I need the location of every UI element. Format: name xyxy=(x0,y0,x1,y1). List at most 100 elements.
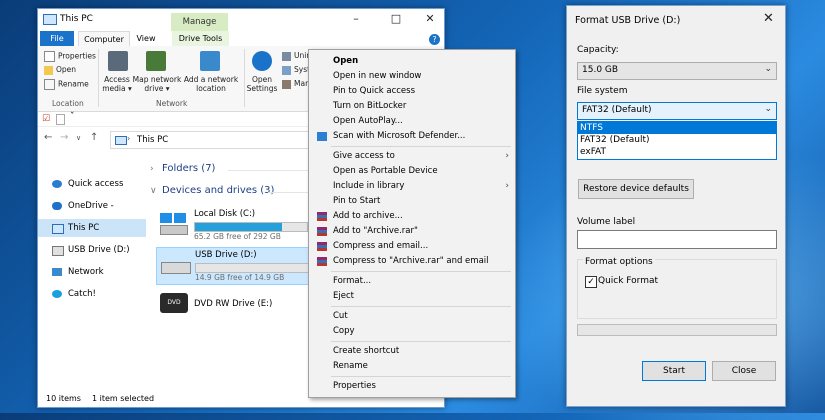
collapse-chevron-icon[interactable]: ∨ xyxy=(150,186,157,196)
access-media-button[interactable]: Access media ▾ xyxy=(102,75,132,93)
menu-item-scan-with-microsoft-defender[interactable]: Scan with Microsoft Defender... xyxy=(309,129,515,144)
file-system-select[interactable]: FAT32 (Default) ⌄ xyxy=(577,102,777,120)
format-progress-bar xyxy=(577,324,777,336)
drive-tile[interactable]: USB Drive (D:) 14.9 GB free of 14.9 GB xyxy=(156,247,312,285)
qat-dropdown-icon[interactable]: ˇ xyxy=(70,112,75,122)
up-arrow-icon[interactable]: ↑ xyxy=(90,132,98,143)
nav-item-usb-drive-d[interactable]: USB Drive (D:) xyxy=(38,241,146,259)
nav-item-this-pc[interactable]: This PC xyxy=(38,219,146,237)
help-icon[interactable]: ? xyxy=(429,34,440,45)
nav-item-network[interactable]: Network xyxy=(38,263,146,281)
nav-item-catch[interactable]: Catch! xyxy=(38,285,146,303)
menu-item-label: Pin to Start xyxy=(333,196,381,206)
address-bar[interactable]: › This PC xyxy=(110,131,312,149)
forward-arrow-icon[interactable]: → xyxy=(60,132,68,143)
menu-separator xyxy=(331,341,511,342)
folders-group-header[interactable]: Folders (7) xyxy=(162,163,215,174)
back-arrow-icon[interactable]: ← xyxy=(44,132,52,143)
page-icon[interactable] xyxy=(56,114,65,125)
dvd-drive-icon: DVD xyxy=(160,293,188,315)
this-pc-icon xyxy=(43,14,57,25)
expand-chevron-icon[interactable]: › xyxy=(150,164,154,174)
volume-label-input[interactable] xyxy=(577,230,777,249)
map-network-drive-button[interactable]: Map network drive ▾ xyxy=(132,75,182,93)
restore-defaults-button[interactable]: Restore device defaults xyxy=(578,179,694,199)
menu-item-rename[interactable]: Rename xyxy=(309,359,515,374)
star-icon xyxy=(52,180,62,188)
open-settings-button[interactable]: Open Settings xyxy=(246,75,278,93)
quick-format-checkbox[interactable]: ✓ xyxy=(585,276,597,288)
capacity-value: 15.0 GB xyxy=(582,65,619,75)
navigation-pane: Quick access OneDrive - PersonalThis PC US… xyxy=(38,159,146,389)
menu-item-open-autoplay[interactable]: Open AutoPlay... xyxy=(309,114,515,129)
menu-item-open[interactable]: Open xyxy=(309,54,515,69)
tab-view[interactable]: View xyxy=(132,31,160,46)
network-icon xyxy=(52,268,62,276)
open-button[interactable]: Open xyxy=(44,65,76,75)
start-button[interactable]: Start xyxy=(642,361,706,381)
drive-tile[interactable]: DVD DVD RW Drive (E:) xyxy=(156,287,310,323)
drive-usage-bar xyxy=(194,222,308,232)
menu-item-give-access-to[interactable]: Give access to › xyxy=(309,149,515,164)
uninstall-button[interactable]: Unin xyxy=(282,51,311,61)
menu-item-copy[interactable]: Copy xyxy=(309,324,515,339)
menu-item-turn-on-bitlocker[interactable]: Turn on BitLocker xyxy=(309,99,515,114)
nav-label: Catch! xyxy=(68,289,96,299)
menu-item-compress-and-email[interactable]: Compress and email... xyxy=(309,239,515,254)
manage-contextual-tab[interactable]: Manage xyxy=(171,13,228,31)
system-properties-button[interactable]: Syst xyxy=(282,65,310,75)
nav-item-onedrive-personal[interactable]: OneDrive - Personal xyxy=(38,197,146,229)
nav-item-quick-access[interactable]: Quick access xyxy=(38,175,146,193)
tab-drive-tools[interactable]: Drive Tools xyxy=(172,31,229,46)
group-label-network: Network xyxy=(156,99,188,108)
tab-file[interactable]: File xyxy=(40,31,74,46)
maximize-button[interactable]: □ xyxy=(384,11,408,27)
menu-item-include-in-library[interactable]: Include in library › xyxy=(309,179,515,194)
menu-item-create-shortcut[interactable]: Create shortcut xyxy=(309,344,515,359)
content-pane: › Folders (7) ∨ Devices and drives (3) L… xyxy=(148,159,312,389)
menu-item-open-in-new-window[interactable]: Open in new window xyxy=(309,69,515,84)
menu-item-pin-to-start[interactable]: Pin to Start xyxy=(309,194,515,209)
option-fat32[interactable]: FAT32 (Default) xyxy=(578,134,776,146)
nav-label: USB Drive (D:) xyxy=(68,245,130,255)
open-label: Open xyxy=(56,65,77,74)
menu-separator xyxy=(331,271,511,272)
menu-item-add-to-archive-rar[interactable]: Add to "Archive.rar" xyxy=(309,224,515,239)
drive-tile[interactable]: Local Disk (C:) 65.2 GB free of 292 GB xyxy=(156,207,310,243)
manage-button[interactable]: Mar xyxy=(282,79,308,89)
close-icon[interactable]: ✕ xyxy=(763,11,774,26)
menu-item-open-as-portable-device[interactable]: Open as Portable Device xyxy=(309,164,515,179)
selection-count: 1 item selected xyxy=(92,394,155,403)
menu-item-compress-to-archive-rar-and-email[interactable]: Compress to "Archive.rar" and email xyxy=(309,254,515,269)
rename-button[interactable]: Rename xyxy=(44,79,89,90)
menu-item-label: Add to archive... xyxy=(333,211,403,221)
properties-button[interactable]: Properties xyxy=(44,51,96,62)
recent-chevron-icon[interactable]: ∨ xyxy=(76,134,81,142)
menu-item-cut[interactable]: Cut xyxy=(309,309,515,324)
option-ntfs[interactable]: NTFS xyxy=(578,122,776,134)
usb-drive-icon xyxy=(161,254,191,276)
menu-item-properties[interactable]: Properties xyxy=(309,379,515,394)
checkbox-icon[interactable]: ☑ xyxy=(42,114,50,124)
close-dialog-button[interactable]: Close xyxy=(712,361,776,381)
menu-item-label: Turn on BitLocker xyxy=(333,101,407,111)
drive-usage-fill xyxy=(195,223,283,231)
option-exfat[interactable]: exFAT xyxy=(578,146,776,158)
menu-item-format[interactable]: Format... xyxy=(309,274,515,289)
quick-format-label[interactable]: Quick Format xyxy=(598,276,658,286)
menu-item-label: Give access to xyxy=(333,151,395,161)
menu-separator xyxy=(331,306,511,307)
menu-item-eject[interactable]: Eject xyxy=(309,289,515,304)
minimize-button[interactable]: – xyxy=(344,11,368,27)
menu-item-label: Open AutoPlay... xyxy=(333,116,403,126)
menu-item-add-to-archive[interactable]: Add to archive... xyxy=(309,209,515,224)
capacity-select[interactable]: 15.0 GB ⌄ xyxy=(577,62,777,80)
add-network-location-button[interactable]: Add a network location xyxy=(182,75,240,93)
menu-item-pin-to-quick-access[interactable]: Pin to Quick access xyxy=(309,84,515,99)
rename-label: Rename xyxy=(58,79,89,89)
nav-label: Quick access xyxy=(68,179,124,189)
format-options-group xyxy=(577,259,777,319)
devices-group-header[interactable]: Devices and drives (3) xyxy=(162,185,274,196)
close-button[interactable]: ✕ xyxy=(418,11,442,27)
format-options-title: Format options xyxy=(583,257,655,267)
